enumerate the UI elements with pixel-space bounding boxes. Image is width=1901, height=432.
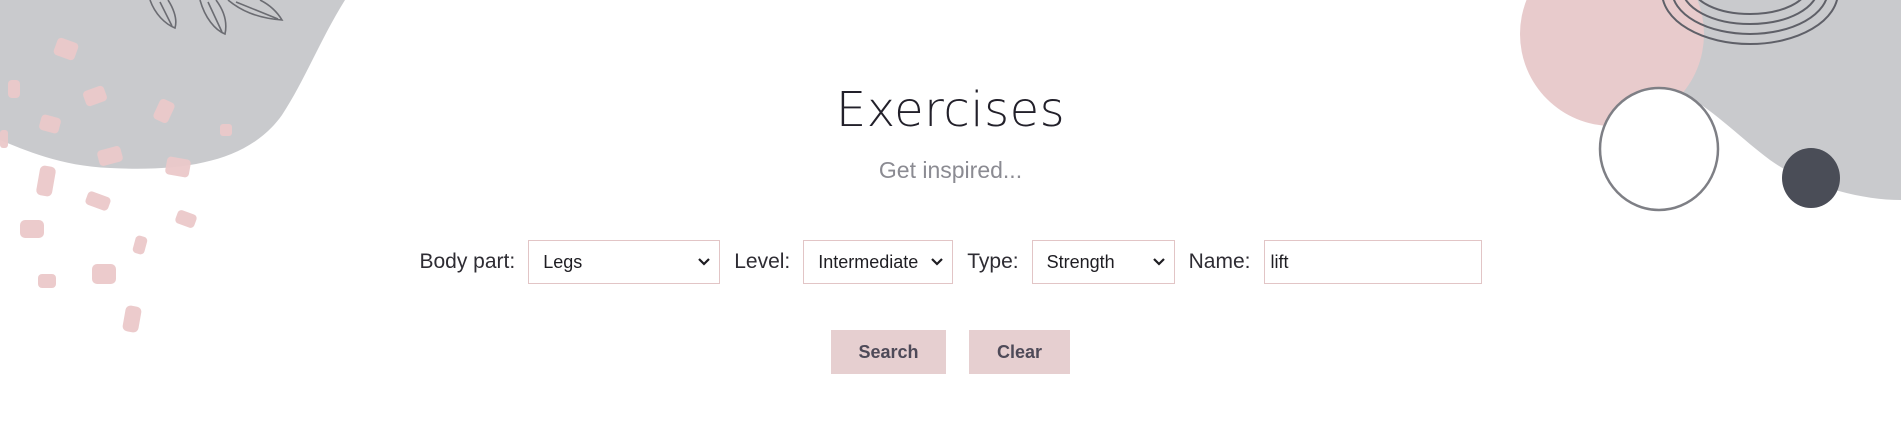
action-buttons: Search Clear: [0, 330, 1901, 374]
search-button[interactable]: Search: [831, 330, 946, 374]
chevron-down-icon: [1152, 258, 1165, 266]
page-subtitle: Get inspired...: [878, 157, 1023, 183]
name-input[interactable]: lift: [1263, 240, 1482, 284]
exercises-page: Exercises Get inspired... Body part: Leg…: [0, 0, 1901, 432]
page-title: Exercises: [835, 82, 1066, 138]
level-value: Intermediate: [818, 251, 919, 272]
level-select[interactable]: Intermediate: [803, 240, 954, 284]
type-select[interactable]: Strength: [1031, 240, 1175, 284]
body-part-value: Legs: [543, 251, 583, 272]
body-part-select[interactable]: Legs: [528, 240, 721, 284]
type-label: Type:: [967, 250, 1019, 273]
level-label: Level:: [734, 250, 791, 273]
body-part-label: Body part:: [419, 250, 516, 273]
name-input-value: lift: [1270, 251, 1289, 272]
chevron-down-icon: [698, 258, 710, 266]
chevron-down-icon: [931, 258, 944, 266]
type-value: Strength: [1046, 251, 1115, 272]
clear-button[interactable]: Clear: [969, 330, 1070, 374]
filter-bar: Body part: Legs Level: Intermediate Type…: [0, 240, 1901, 284]
name-label: Name:: [1188, 250, 1251, 273]
